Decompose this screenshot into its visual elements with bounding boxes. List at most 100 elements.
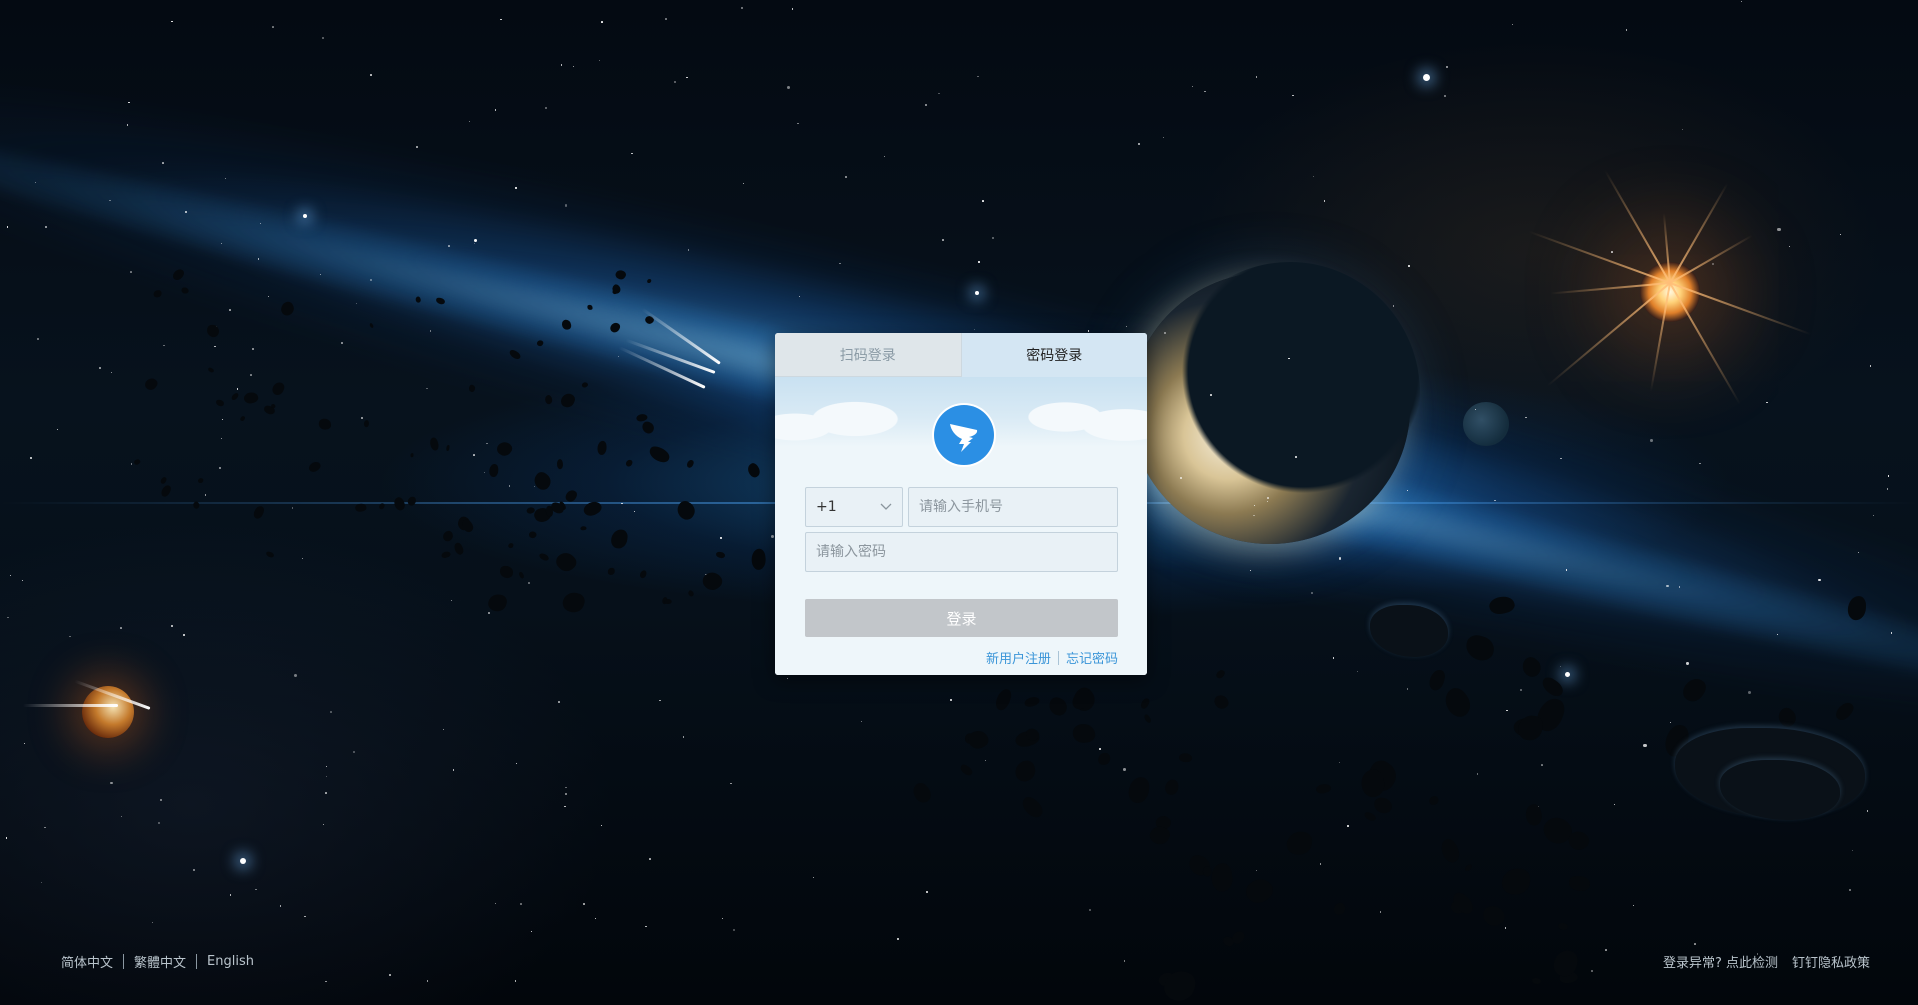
- asteroid: [1501, 868, 1531, 896]
- login-button[interactable]: 登录: [805, 599, 1118, 637]
- star: [1604, 949, 1607, 951]
- phone-input[interactable]: [919, 499, 1107, 515]
- star: [1741, 1, 1743, 3]
- star: [741, 7, 743, 9]
- login-issue-link[interactable]: 登录异常? 点此检测: [1663, 952, 1778, 971]
- moon: [1463, 402, 1509, 446]
- star: [1087, 330, 1090, 332]
- star: [860, 721, 862, 723]
- asteroid: [307, 459, 323, 474]
- star: [1123, 959, 1126, 962]
- explosion-ray: [1604, 169, 1671, 284]
- star: [1678, 586, 1680, 588]
- asteroid: [441, 529, 455, 542]
- star: [255, 888, 257, 891]
- star: [44, 827, 46, 829]
- star: [158, 821, 161, 824]
- lang-simplified-chinese[interactable]: 简体中文: [61, 952, 113, 971]
- star: [486, 442, 488, 445]
- star: [222, 418, 224, 420]
- star: [183, 633, 186, 636]
- asteroid: [1046, 694, 1070, 718]
- star: [301, 557, 304, 560]
- star: [530, 930, 533, 933]
- star: [1818, 578, 1821, 582]
- password-input[interactable]: [816, 544, 1107, 560]
- star: [601, 21, 603, 23]
- country-code-select[interactable]: +1: [805, 487, 903, 527]
- explosion-ray: [1669, 282, 1741, 405]
- star: [771, 535, 775, 539]
- star: [1294, 456, 1297, 459]
- asteroid: [1439, 683, 1476, 721]
- asteroid: [958, 763, 974, 777]
- lang-english[interactable]: English: [207, 954, 254, 969]
- star: [325, 775, 327, 778]
- star: [1477, 773, 1479, 775]
- star: [595, 917, 597, 920]
- star: [44, 225, 47, 228]
- star: [742, 182, 744, 184]
- star: [236, 388, 239, 390]
- phone-field: [908, 487, 1118, 527]
- star: [1766, 401, 1769, 404]
- star: [484, 471, 486, 473]
- asteroid: [441, 550, 452, 560]
- star: [649, 857, 652, 860]
- register-link[interactable]: 新用户注册: [986, 648, 1051, 667]
- asteroid: [265, 550, 275, 559]
- star: [170, 625, 173, 628]
- star: [7, 616, 9, 618]
- asteroid: [1286, 831, 1313, 857]
- forgot-password-link[interactable]: 忘记密码: [1066, 648, 1118, 667]
- asteroid: [1463, 862, 1473, 873]
- tab-qr-login[interactable]: 扫码登录: [775, 333, 962, 377]
- star: [292, 507, 294, 509]
- star: [1474, 408, 1476, 410]
- asteroid: [318, 417, 332, 430]
- asteroid: [153, 289, 162, 298]
- asteroid: [538, 552, 550, 562]
- star: [682, 736, 685, 738]
- asteroid: [495, 439, 515, 459]
- star: [218, 466, 221, 469]
- asteroid: [488, 464, 499, 478]
- privacy-policy-link[interactable]: 钉钉隐私政策: [1792, 952, 1870, 971]
- star: [1312, 175, 1314, 178]
- star: [527, 582, 530, 585]
- asteroid: [517, 571, 525, 579]
- star: [516, 762, 518, 764]
- asteroid: [215, 399, 225, 407]
- asteroid: [1140, 697, 1151, 710]
- star: [488, 612, 490, 614]
- bright-star: [1423, 74, 1430, 81]
- lang-traditional-chinese[interactable]: 繁體中文: [134, 952, 186, 971]
- star: [721, 917, 723, 919]
- star: [304, 915, 306, 917]
- star: [1347, 825, 1350, 827]
- star: [251, 348, 254, 351]
- star: [897, 938, 899, 940]
- asteroid: [445, 444, 450, 451]
- star: [1379, 911, 1382, 914]
- asteroid: [428, 436, 440, 452]
- asteroid: [181, 287, 189, 295]
- star: [520, 903, 522, 905]
- asteroid: [1098, 753, 1111, 766]
- star: [220, 437, 223, 440]
- star: [163, 344, 166, 347]
- star: [6, 226, 9, 228]
- asteroid: [993, 686, 1014, 713]
- star: [1323, 200, 1326, 203]
- star: [1711, 263, 1714, 265]
- asteroid: [1165, 780, 1179, 796]
- asteroid: [1436, 836, 1463, 866]
- star: [130, 463, 133, 465]
- login-form: +1 登录 新用户注册 忘记密码: [775, 377, 1147, 675]
- asteroid: [1479, 901, 1508, 931]
- star: [1511, 24, 1513, 26]
- explosion-ray: [1669, 182, 1729, 284]
- tab-password-login[interactable]: 密码登录: [961, 333, 1147, 377]
- star: [984, 759, 987, 762]
- star: [1123, 768, 1126, 771]
